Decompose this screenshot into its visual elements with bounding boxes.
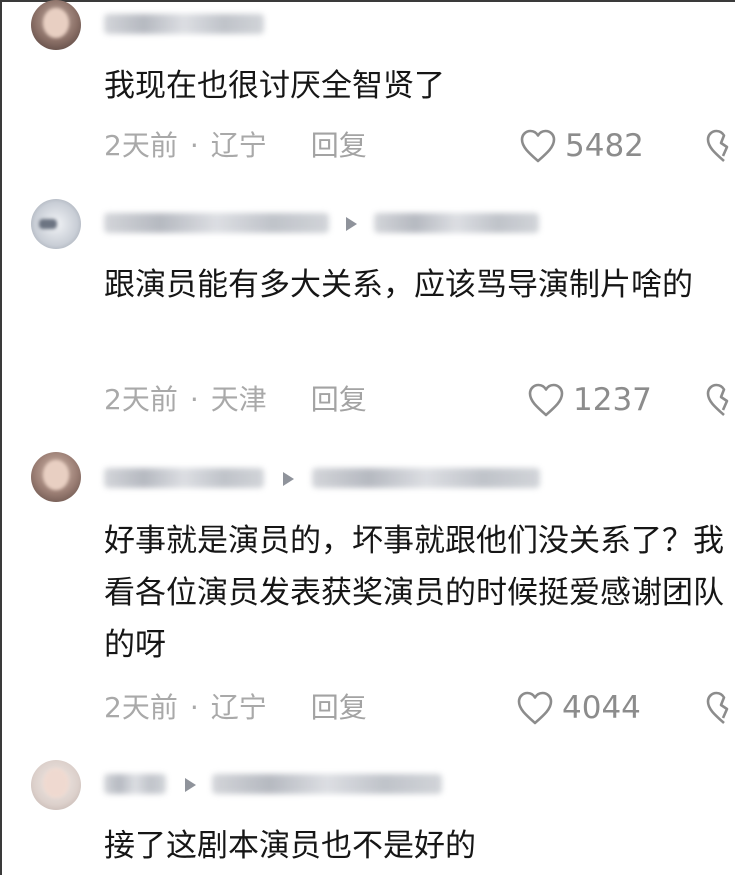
like-count: 1237 (573, 382, 652, 418)
broken-heart-icon (706, 383, 729, 416)
reply-arrow-icon (346, 217, 357, 231)
comment-text: 跟演员能有多大关系，应该骂导演制片啥的 (104, 267, 693, 303)
username-blurred[interactable] (104, 774, 166, 794)
avatar[interactable] (31, 760, 81, 810)
like-count: 4044 (562, 690, 641, 726)
username-blurred[interactable] (104, 213, 329, 233)
heart-outline-icon (528, 383, 564, 417)
replied-username-blurred[interactable] (212, 774, 442, 794)
comment-region: 辽宁 (210, 129, 267, 162)
meta-dot: · (189, 129, 199, 162)
meta-dot: · (189, 383, 199, 416)
dislike-button[interactable] (704, 126, 737, 166)
like-button[interactable]: 1237 (527, 380, 652, 420)
comment-meta: 2天前 · 辽宁 回复 (104, 688, 367, 728)
reply-button[interactable]: 回复 (311, 126, 367, 166)
reply-arrow-icon (283, 472, 294, 486)
like-button[interactable]: 4044 (516, 688, 641, 728)
avatar[interactable] (31, 0, 81, 50)
comment-region: 天津 (210, 383, 267, 416)
avatar[interactable] (31, 452, 81, 502)
comment-time: 2天前 (104, 383, 178, 416)
heart-outline-icon (520, 129, 556, 163)
reply-button[interactable]: 回复 (311, 688, 367, 728)
heart-outline-icon (517, 691, 553, 725)
broken-heart-icon (706, 691, 729, 724)
username-blurred[interactable] (104, 14, 264, 34)
reply-button[interactable]: 回复 (311, 380, 367, 420)
comment-time: 2天前 (104, 129, 178, 162)
like-count: 5482 (565, 128, 644, 164)
comment-text: 我现在也很讨厌全智贤了 (104, 68, 445, 104)
comment-meta: 2天前 · 辽宁 回复 (104, 126, 367, 166)
avatar[interactable] (31, 199, 81, 249)
replied-username-blurred[interactable] (374, 213, 539, 233)
replied-username-blurred[interactable] (312, 468, 540, 488)
meta-dot: · (189, 691, 199, 724)
comment-text: 好事就是演员的，坏事就跟他们没关系了？我看各位演员发表获奖演员的时候挺爱感谢团队… (104, 523, 724, 663)
comment-text: 接了这剧本演员也不是好的 (104, 828, 476, 864)
username-blurred[interactable] (104, 468, 264, 488)
like-button[interactable]: 5482 (519, 126, 644, 166)
reply-arrow-icon (185, 778, 196, 792)
broken-heart-icon (706, 129, 729, 162)
comment-time: 2天前 (104, 691, 178, 724)
dislike-button[interactable] (704, 688, 737, 728)
dislike-button[interactable] (704, 380, 737, 420)
comment-meta: 2天前 · 天津 回复 (104, 380, 367, 420)
comment-region: 辽宁 (210, 691, 267, 724)
